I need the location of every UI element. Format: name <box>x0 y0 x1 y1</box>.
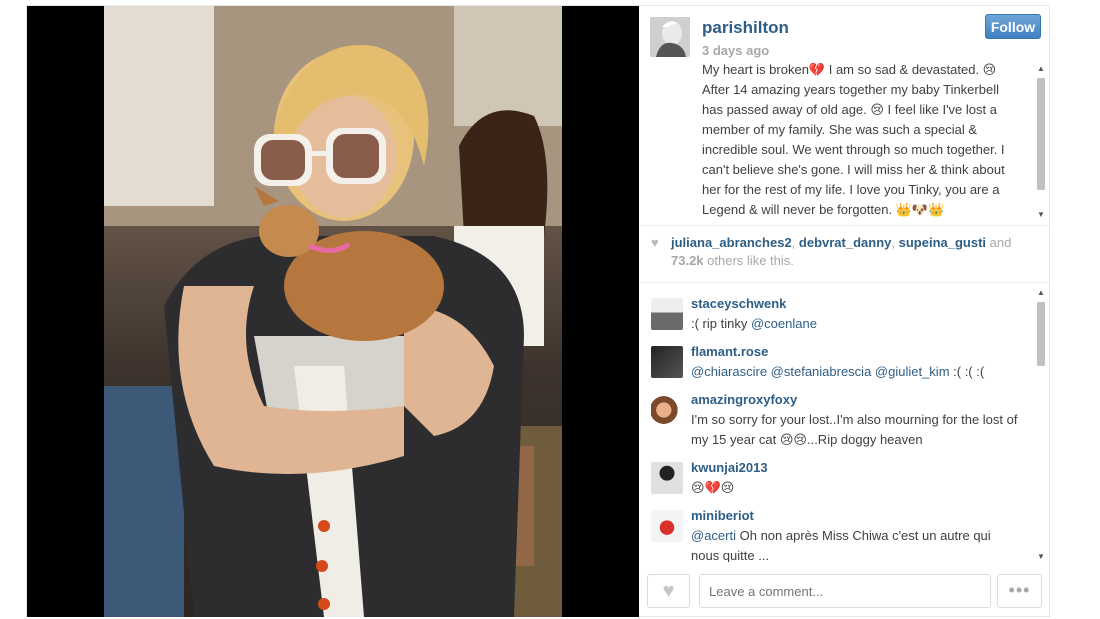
comment-text: 😢💔😢 <box>691 480 735 495</box>
comment-item: miniberiot @acerti Oh non après Miss Chi… <box>639 506 1035 562</box>
post-photo[interactable] <box>27 6 639 617</box>
commenter-avatar[interactable] <box>651 462 683 494</box>
comment-text: @acerti Oh non après Miss Chiwa c'est un… <box>691 526 1021 562</box>
comment-username[interactable]: amazingroxyfoxy <box>691 392 797 407</box>
post-timestamp[interactable]: 3 days ago <box>702 43 769 58</box>
comment-footer: ♥ ••• <box>639 572 1049 612</box>
comment-item: flamant.rose @chiarascire @stefaniabresc… <box>639 342 1035 390</box>
commenter-avatar[interactable] <box>651 298 683 330</box>
comment-item: staceyschwenk :( rip tinky @coenlane <box>639 294 1035 342</box>
likes-suffix: others like this. <box>707 253 794 268</box>
divider <box>639 282 1049 283</box>
heart-icon: ♥ <box>662 580 675 602</box>
scroll-up-arrow-icon[interactable]: ▲ <box>1036 64 1046 74</box>
scroll-down-arrow-icon[interactable]: ▼ <box>1036 210 1046 220</box>
follow-button[interactable]: Follow <box>985 14 1041 39</box>
comment-username[interactable]: miniberiot <box>691 508 754 523</box>
photo-illustration <box>104 6 562 617</box>
post-card: parishilton 3 days ago Follow My heart i… <box>26 5 1050 617</box>
user-avatar[interactable] <box>650 17 690 57</box>
comments-scroll-thumb[interactable] <box>1037 302 1045 366</box>
comment-mention[interactable]: @acerti <box>691 528 736 543</box>
photo-content <box>104 6 562 617</box>
comments-list[interactable]: staceyschwenk :( rip tinky @coenlane fla… <box>639 288 1035 562</box>
liker-link[interactable]: juliana_abranches2 <box>671 235 792 250</box>
comment-item: kwunjai2013 😢💔😢 <box>639 458 1035 506</box>
comment-text: I'm so sorry for your lost..I'm also mou… <box>691 412 1018 447</box>
commenter-avatar[interactable] <box>651 346 683 378</box>
likes-and-label: and <box>989 235 1012 250</box>
post-caption: My heart is broken💔 I am so sad & devast… <box>702 62 1005 217</box>
scroll-up-arrow-icon[interactable]: ▲ <box>1036 288 1046 298</box>
caption-scrollbar[interactable]: ▲ ▼ <box>1034 64 1047 220</box>
commenter-avatar[interactable] <box>651 510 683 542</box>
divider <box>639 225 1049 226</box>
post-username[interactable]: parishilton <box>702 18 789 38</box>
comment-mention[interactable]: @chiarascire @stefaniabrescia @giuliet_k… <box>691 364 950 379</box>
commenter-avatar[interactable] <box>651 394 683 426</box>
comment-input[interactable] <box>699 574 991 608</box>
comment-username[interactable]: flamant.rose <box>691 344 768 359</box>
comment-username[interactable]: staceyschwenk <box>691 296 786 311</box>
comments-scrollbar[interactable]: ▲ ▼ <box>1034 288 1047 564</box>
comment-item: amazingroxyfoxy I'm so sorry for your lo… <box>639 390 1035 458</box>
more-options-button[interactable]: ••• <box>997 574 1042 608</box>
scroll-down-arrow-icon[interactable]: ▼ <box>1036 552 1046 562</box>
caption-scroll-thumb[interactable] <box>1037 78 1045 190</box>
comment-mention[interactable]: @coenlane <box>751 316 817 331</box>
comment-username[interactable]: kwunjai2013 <box>691 460 768 475</box>
caption-scroll-area[interactable]: My heart is broken💔 I am so sad & devast… <box>702 60 1020 220</box>
likes-summary: ♥ juliana_abranches2, debvrat_danny, supe… <box>651 235 1012 268</box>
heart-icon: ♥ <box>651 235 659 250</box>
like-button[interactable]: ♥ <box>647 574 690 608</box>
comment-text: @chiarascire @stefaniabrescia @giuliet_k… <box>691 362 1021 382</box>
post-details-panel: parishilton 3 days ago Follow My heart i… <box>639 6 1049 617</box>
comment-body: :( :( :( <box>949 364 985 379</box>
more-dots-icon: ••• <box>1008 580 1031 600</box>
likes-count[interactable]: 73.2k <box>671 253 704 268</box>
comment-text: :( rip tinky @coenlane <box>691 314 1021 334</box>
liker-link[interactable]: supeina_gusti <box>899 235 986 250</box>
comment-body: :( rip tinky <box>691 316 751 331</box>
comment-body: Oh non après Miss Chiwa c'est un autre q… <box>691 528 991 562</box>
liker-link[interactable]: debvrat_danny <box>799 235 891 250</box>
avatar-image <box>650 17 690 57</box>
